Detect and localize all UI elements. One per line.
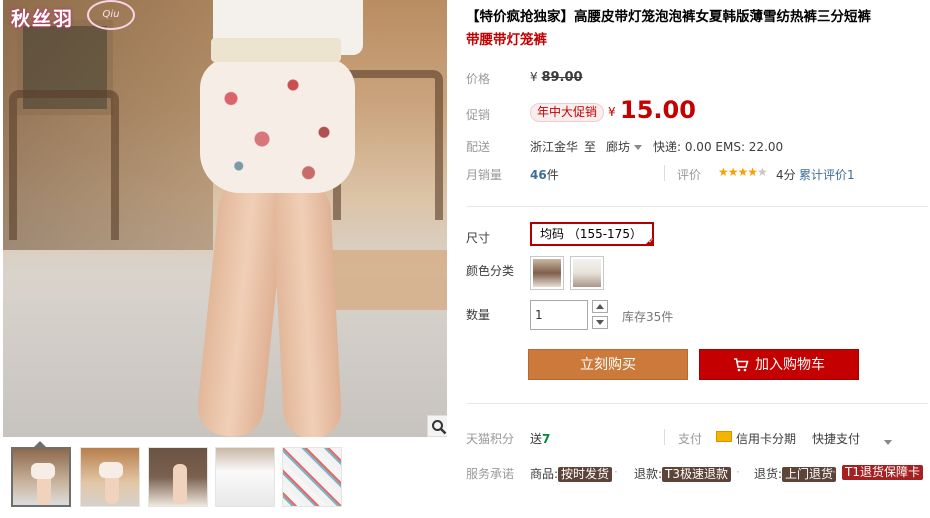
ship-destination-select[interactable]: 廊坊	[606, 138, 643, 155]
dot-separator: ·	[736, 465, 740, 479]
star-filled-icon: ★★★★	[718, 165, 758, 179]
credit-card-installment[interactable]: 信用卡分期	[736, 430, 796, 447]
promo-currency: ¥	[608, 105, 616, 119]
chevron-down-icon	[884, 440, 892, 445]
currency-symbol: ¥	[530, 70, 538, 84]
main-product-image[interactable]: 秋丝羽 Qiu	[3, 0, 447, 437]
divider	[664, 165, 665, 181]
promo-label: 促销	[466, 108, 491, 122]
thumbnail-2[interactable]	[80, 447, 140, 507]
chevron-up-icon	[596, 304, 604, 309]
dot-separator: ·	[832, 465, 836, 479]
points-label: 天猫积分	[466, 432, 515, 446]
star-empty-icon: ★	[757, 165, 768, 179]
thumbnail-1[interactable]	[11, 447, 71, 507]
sales-count: 46	[530, 168, 547, 182]
thumbnail-5[interactable]	[282, 447, 342, 507]
service-tag-return: 上门退货	[782, 467, 837, 482]
chevron-down-icon	[596, 320, 604, 325]
price-label: 价格	[466, 72, 491, 86]
ship-to-word: 至	[584, 140, 597, 154]
service-item-shipping[interactable]: 商品: 按时发货	[530, 465, 613, 482]
service-tag-guarantee: T1退货保障卡	[842, 465, 923, 480]
color-option-2[interactable]	[570, 256, 604, 290]
size-option-selected[interactable]: 均码 （155-175）	[530, 222, 654, 246]
service-item-return[interactable]: 退货: 上门退货	[754, 465, 837, 482]
service-tag-refund: T3极速退款	[662, 467, 732, 482]
thumbnail-4[interactable]	[215, 447, 275, 507]
add-to-cart-label: 加入购物车	[755, 357, 825, 373]
model-belt	[211, 38, 341, 62]
service-tag-ontime: 按时发货	[558, 467, 613, 482]
points-prefix: 送	[530, 432, 543, 446]
service-label-return: 退货:	[754, 467, 783, 481]
thumbnail-3[interactable]	[148, 447, 208, 507]
sales-label: 月销量	[466, 168, 503, 182]
divider	[664, 429, 665, 445]
service-label-refund: 退款:	[634, 467, 663, 481]
credit-card-icon	[716, 431, 732, 442]
size-option-label: 均码 （155-175）	[540, 227, 642, 241]
background-chair	[9, 90, 119, 240]
add-to-cart-button[interactable]: 加入购物车	[699, 349, 859, 380]
section-divider	[466, 403, 928, 404]
cart-icon	[734, 358, 749, 372]
buy-now-label: 立刻购买	[580, 357, 636, 373]
payment-label: 支付	[678, 432, 703, 446]
zoom-button[interactable]	[427, 415, 447, 437]
title-main: 高腰皮带灯笼泡泡裤女夏韩版薄雪纺热裤三分短裤	[574, 9, 871, 25]
brand-logo: 秋丝羽	[11, 8, 75, 30]
magnifier-icon	[432, 420, 447, 435]
dot-separator: ·	[614, 465, 618, 479]
points-value: 7	[542, 432, 551, 446]
shipping-label: 配送	[466, 140, 491, 154]
check-icon	[643, 236, 654, 246]
ship-from: 浙江金华	[530, 140, 579, 154]
ship-destination: 廊坊	[606, 140, 631, 154]
title-highlight: 带腰带灯笼裤	[466, 32, 547, 48]
shipping-fees: 快递: 0.00 EMS: 22.00	[653, 140, 784, 154]
product-title: 【特价疯抢独家】高腰皮带灯笼泡泡裤女夏韩版薄雪纺热裤三分短裤 带腰带灯笼裤	[466, 6, 926, 52]
quantity-increase-button[interactable]	[592, 300, 608, 313]
service-label: 服务承诺	[466, 467, 515, 481]
promo-price: 15.00	[620, 96, 696, 124]
quantity-label: 数量	[466, 308, 491, 322]
promo-badge: 年中大促销	[530, 103, 605, 122]
quick-pay[interactable]: 快捷支付	[812, 430, 860, 447]
model-leg	[271, 180, 343, 437]
brand-logo-mark: Qiu	[87, 0, 135, 30]
size-label: 尺寸	[466, 231, 491, 245]
payment-dropdown[interactable]	[880, 435, 892, 449]
original-price-value: 89.00	[541, 70, 583, 85]
rating-stars: ★★★★★	[718, 165, 768, 179]
thumbnail-strip	[3, 447, 447, 511]
color-option-1[interactable]	[530, 256, 564, 290]
section-divider	[466, 206, 928, 207]
original-price: ¥ 89.00	[530, 70, 583, 85]
stock-count: 库存35件	[622, 310, 674, 324]
review-count-link[interactable]: 累计评价1	[799, 166, 855, 183]
chevron-down-icon	[634, 145, 643, 150]
service-label-goods: 商品:	[530, 467, 559, 481]
quantity-input[interactable]	[530, 300, 588, 330]
title-prefix: 【特价疯抢独家】	[466, 9, 574, 25]
tmall-points: 送7	[530, 430, 550, 447]
color-label: 颜色分类	[466, 264, 515, 278]
rating-label: 评价	[677, 168, 702, 182]
monthly-sales: 46件	[530, 166, 559, 183]
quantity-decrease-button[interactable]	[592, 316, 608, 329]
buy-now-button[interactable]: 立刻购买	[528, 349, 688, 380]
rating-score: 4分	[776, 168, 796, 182]
product-info-panel: 【特价疯抢独家】高腰皮带灯笼泡泡裤女夏韩版薄雪纺热裤三分短裤 带腰带灯笼裤 价格…	[466, 0, 928, 518]
service-item-refund[interactable]: 退款: T3极速退款	[634, 465, 732, 482]
model-shorts	[200, 58, 355, 193]
service-item-guarantee[interactable]: T1退货保障卡	[842, 465, 923, 480]
sales-unit: 件	[546, 168, 559, 182]
